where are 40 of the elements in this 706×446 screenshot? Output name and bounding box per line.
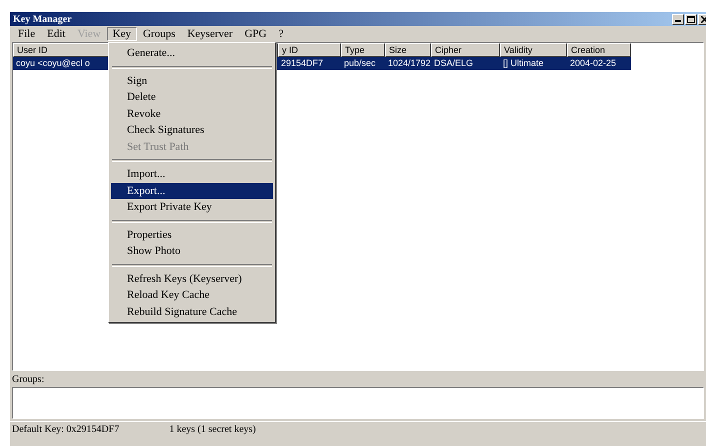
table-cell-text: DSA/ELG — [433, 57, 474, 70]
maximize-icon — [687, 16, 695, 22]
status-text: 1 keys (1 secret keys) — [169, 424, 256, 434]
menu-item[interactable]: Show Photo — [111, 243, 273, 260]
menu-bar-item[interactable]: Key — [106, 27, 137, 41]
menu-item[interactable]: Delete — [111, 89, 273, 106]
column-header[interactable]: Creation — [567, 43, 631, 57]
maximize-button[interactable] — [685, 14, 697, 24]
menu-bar-item[interactable]: Groups — [136, 27, 182, 41]
column-header[interactable]: Validity — [500, 43, 567, 57]
menu-item[interactable]: Reload Key Cache — [111, 287, 273, 304]
column-header[interactable]: Type — [341, 43, 385, 57]
menu-bar-item[interactable]: GPG — [238, 27, 273, 41]
menu-bar-item[interactable]: File — [12, 27, 42, 41]
column-header[interactable]: Cipher — [431, 43, 500, 57]
groups-label: Groups: — [12, 374, 44, 385]
menu-item[interactable]: Check Signatures — [111, 122, 273, 138]
menu-item[interactable]: Sign — [111, 72, 273, 89]
table-cell-text: pub/sec — [343, 57, 377, 70]
menu-bar-item[interactable]: ? — [272, 27, 290, 41]
table-cell-text: 1024/1792 — [387, 57, 431, 70]
status-text: Default Key: 0x29154DF7 — [12, 424, 120, 434]
menu-item[interactable]: Properties — [111, 226, 273, 243]
table-cell-text: 2004-02-25 — [569, 57, 618, 70]
table-cell-text: [] Ultimate — [502, 57, 545, 70]
menu-item[interactable]: Refresh Keys (Keyserver) — [111, 270, 273, 287]
table-cell-text: 29154DF7 — [280, 57, 324, 70]
column-header[interactable]: Size — [385, 43, 431, 57]
menu-item[interactable]: Revoke — [111, 106, 273, 122]
menu-item[interactable]: Export... — [111, 182, 273, 199]
menu-bar-item[interactable]: Edit — [41, 27, 72, 41]
column-header[interactable]: y ID — [278, 43, 341, 57]
menu-item[interactable]: Export Private Key — [111, 199, 273, 216]
menu-item[interactable]: Import... — [111, 166, 273, 182]
table-cell-text: coyu <coyu@ecl o — [15, 57, 91, 70]
window-title: Key Manager — [13, 14, 72, 24]
close-icon — [700, 16, 706, 22]
menu-item[interactable]: Rebuild Signature Cache — [111, 304, 273, 320]
menu-bar-item[interactable]: Keyserver — [181, 27, 239, 41]
minimize-button[interactable] — [672, 14, 684, 24]
